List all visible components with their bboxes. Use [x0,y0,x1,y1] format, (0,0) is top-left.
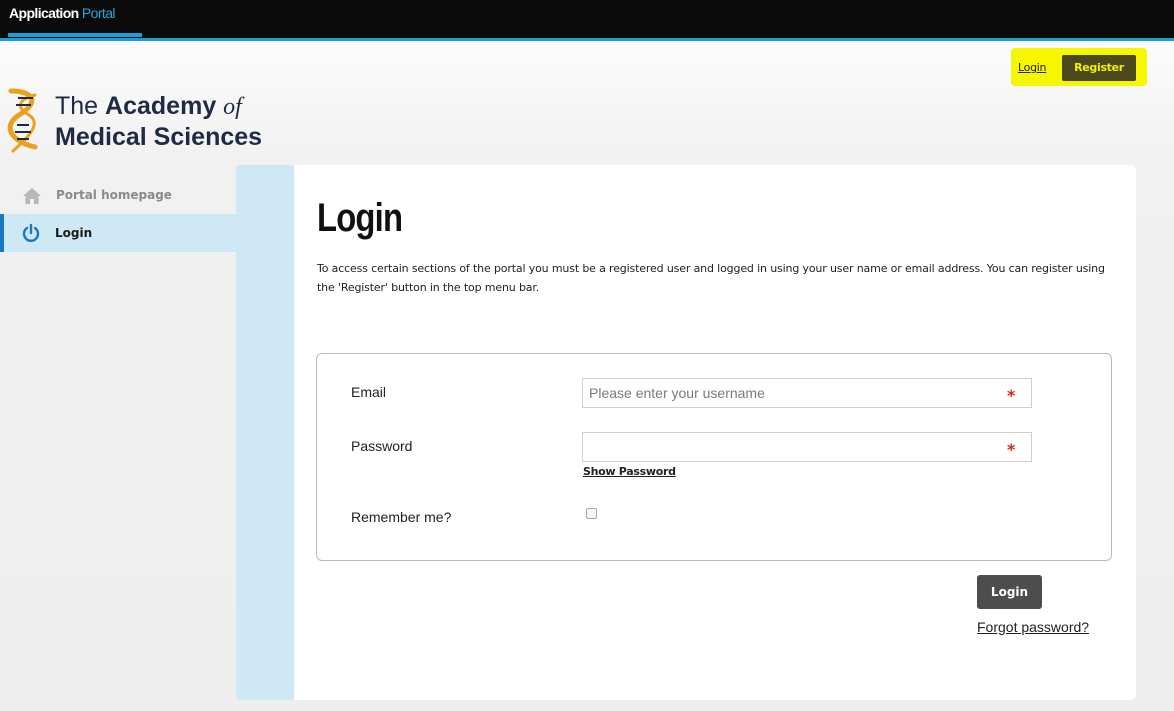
sidebar-item-portal-homepage[interactable]: Portal homepage [0,180,236,214]
sidebar-item-label: Login [55,226,93,240]
power-icon [22,223,40,242]
app-title-underline [8,33,142,37]
home-icon [23,188,41,204]
sidebar-item-login[interactable]: Login [0,214,236,252]
email-required-marker: * [1007,386,1016,405]
app-title[interactable]: Application Portal [9,5,116,33]
page-title: Login [317,196,403,240]
forgot-password-link[interactable]: Forgot password? [977,619,1089,635]
header-register-button[interactable]: Register [1062,55,1136,81]
logo-italic: of [223,94,242,120]
remember-label: Remember me? [351,509,452,525]
header-login-link[interactable]: Login [1018,61,1046,74]
logo-text-line2: Medical Sciences [55,123,263,151]
app-title-part1: Application [9,5,79,21]
logo-text-line1: The Academy of [55,92,242,121]
logo-bold: Academy [105,92,217,120]
content-left-strip [236,165,294,700]
login-button[interactable]: Login [977,575,1042,609]
remember-me-checkbox[interactable] [586,508,597,519]
show-password-link[interactable]: Show Password [583,465,676,478]
password-field[interactable] [582,432,1032,462]
email-label: Email [351,384,387,400]
password-required-marker: * [1007,440,1016,459]
email-field[interactable] [582,378,1032,408]
app-title-part2: Portal [81,5,116,21]
logo-prefix: The [55,92,99,120]
top-bar: Application Portal [0,0,1174,41]
top-bar-accent [0,38,1174,41]
sidebar-item-label: Portal homepage [56,188,172,202]
password-label: Password [351,438,413,454]
dna-logo-icon [7,88,38,153]
intro-text: To access certain sections of the portal… [317,262,1105,294]
